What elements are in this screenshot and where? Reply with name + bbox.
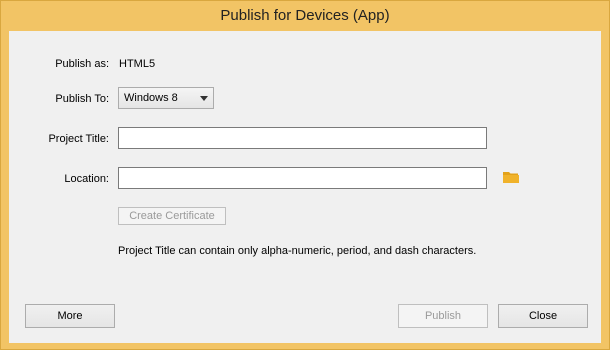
dialog-body: Publish as: HTML5 Publish To: Windows 8 … [9, 31, 601, 343]
project-title-label: Project Title: [48, 133, 109, 145]
location-input[interactable] [118, 167, 487, 189]
dialog-title: Publish for Devices (App) [220, 7, 390, 24]
project-title-input[interactable] [118, 127, 487, 149]
publish-as-value: HTML5 [119, 58, 156, 70]
location-label: Location: [64, 173, 109, 185]
project-title-hint: Project Title can contain only alpha-num… [118, 245, 477, 257]
publish-to-label: Publish To: [55, 93, 109, 105]
chevron-down-icon [200, 96, 208, 101]
publish-button[interactable]: Publish [398, 304, 488, 328]
publish-as-label: Publish as: [55, 58, 109, 70]
dialog-window: Publish for Devices (App) Publish as: HT… [0, 0, 610, 350]
more-button[interactable]: More [25, 304, 115, 328]
publish-to-dropdown[interactable]: Windows 8 [118, 87, 214, 109]
create-certificate-button[interactable]: Create Certificate [118, 207, 226, 225]
folder-icon[interactable] [503, 171, 519, 184]
publish-to-selected: Windows 8 [124, 92, 178, 104]
close-button[interactable]: Close [498, 304, 588, 328]
